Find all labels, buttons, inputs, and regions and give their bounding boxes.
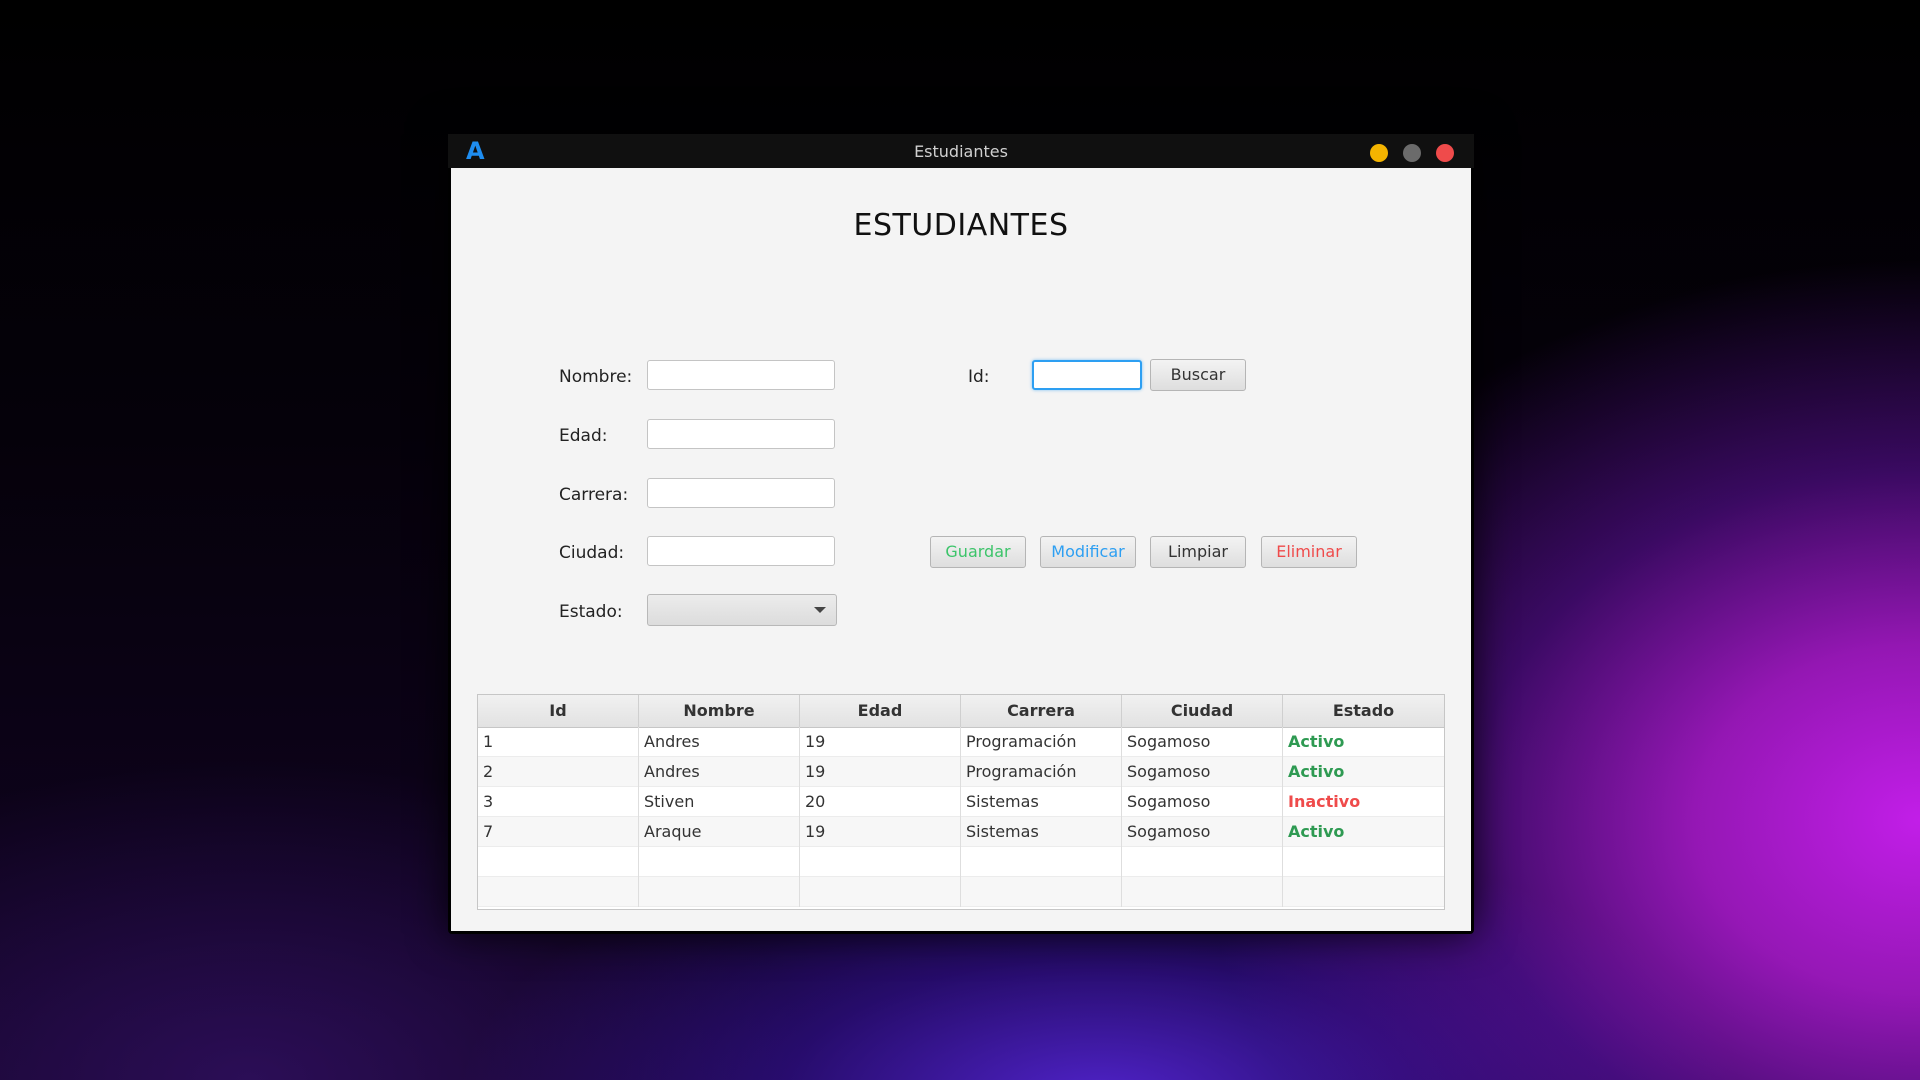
table-cell-id: [478, 847, 639, 877]
carrera-input[interactable]: [647, 478, 835, 508]
table-cell-carrera: Programación: [961, 757, 1122, 787]
column-header-nombre[interactable]: Nombre: [639, 695, 800, 727]
close-button[interactable]: [1436, 144, 1454, 162]
column-header-carrera[interactable]: Carrera: [961, 695, 1122, 727]
table-cell-ciudad: Sogamoso: [1122, 787, 1283, 817]
table-cell-nombre: Araque: [639, 817, 800, 847]
limpiar-button[interactable]: Limpiar: [1150, 536, 1246, 568]
modificar-button[interactable]: Modificar: [1040, 536, 1136, 568]
ciudad-input[interactable]: [647, 536, 835, 566]
window-title: Estudiantes: [914, 142, 1008, 161]
table-row-empty[interactable]: [478, 847, 1444, 877]
ciudad-label: Ciudad:: [559, 543, 625, 563]
column-header-estado[interactable]: Estado: [1283, 695, 1444, 727]
table-cell-carrera: Programación: [961, 727, 1122, 757]
eliminar-button[interactable]: Eliminar: [1261, 536, 1357, 568]
table-row[interactable]: 7 Araque 19 Sistemas Sogamoso Activo: [478, 817, 1444, 847]
estado-select[interactable]: [647, 594, 837, 626]
column-header-edad[interactable]: Edad: [800, 695, 961, 727]
table-cell-id: 7: [478, 817, 639, 847]
table-cell-edad: 19: [800, 757, 961, 787]
table-cell-nombre: Andres: [639, 727, 800, 757]
table-cell-nombre: Stiven: [639, 787, 800, 817]
table-cell-carrera: Sistemas: [961, 787, 1122, 817]
id-label: Id:: [968, 367, 990, 387]
table-cell-carrera: [961, 877, 1122, 907]
table-cell-nombre: [639, 877, 800, 907]
edad-label: Edad:: [559, 426, 608, 446]
chevron-down-icon: [814, 607, 826, 613]
table-cell-estado: Activo: [1288, 732, 1345, 751]
table-cell-ciudad: [1122, 847, 1283, 877]
table-cell-edad: 20: [800, 787, 961, 817]
table-cell-id: 3: [478, 787, 639, 817]
table-cell-id: 1: [478, 727, 639, 757]
nombre-label: Nombre:: [559, 367, 633, 387]
table-cell-edad: [800, 877, 961, 907]
table-cell-ciudad: [1122, 877, 1283, 907]
buscar-button[interactable]: Buscar: [1150, 359, 1246, 391]
estado-label: Estado:: [559, 602, 623, 622]
table-row[interactable]: 3 Stiven 20 Sistemas Sogamoso Inactivo: [478, 787, 1444, 817]
table-cell-nombre: Andres: [639, 757, 800, 787]
table-header: Id Nombre Edad Carrera Ciudad Estado: [478, 695, 1444, 728]
table-cell-estado: Inactivo: [1288, 792, 1361, 811]
table-cell-id: [478, 877, 639, 907]
table-cell-ciudad: Sogamoso: [1122, 817, 1283, 847]
column-header-ciudad[interactable]: Ciudad: [1122, 695, 1283, 727]
table-cell-edad: [800, 847, 961, 877]
nombre-input[interactable]: [647, 360, 835, 390]
table-row[interactable]: 2 Andres 19 Programación Sogamoso Activo: [478, 757, 1444, 787]
maximize-button[interactable]: [1403, 144, 1421, 162]
table-cell-estado: [1283, 877, 1444, 907]
table-cell-estado: Activo: [1288, 822, 1345, 841]
table-cell-ciudad: Sogamoso: [1122, 727, 1283, 757]
table-cell-edad: 19: [800, 727, 961, 757]
table-cell-ciudad: Sogamoso: [1122, 757, 1283, 787]
carrera-label: Carrera:: [559, 485, 629, 505]
edad-input[interactable]: [647, 419, 835, 449]
minimize-button[interactable]: [1370, 144, 1388, 162]
table-cell-carrera: Sistemas: [961, 817, 1122, 847]
table-row[interactable]: 1 Andres 19 Programación Sogamoso Activo: [478, 727, 1444, 757]
app-window: A Estudiantes ESTUDIANTES Nombre: Edad: …: [448, 134, 1474, 934]
table-cell-estado: Activo: [1288, 762, 1345, 781]
guardar-button[interactable]: Guardar: [930, 536, 1026, 568]
table-cell-estado: [1283, 847, 1444, 877]
students-table[interactable]: Id Nombre Edad Carrera Ciudad Estado 1 An…: [477, 694, 1445, 910]
table-cell-edad: 19: [800, 817, 961, 847]
id-search-input[interactable]: [1032, 360, 1142, 390]
table-cell-id: 2: [478, 757, 639, 787]
column-header-id[interactable]: Id: [478, 695, 639, 727]
main-panel: ESTUDIANTES Nombre: Edad: Carrera: Ciuda…: [451, 168, 1471, 931]
title-bar[interactable]: A Estudiantes: [448, 134, 1474, 168]
table-cell-nombre: [639, 847, 800, 877]
page-title: ESTUDIANTES: [853, 208, 1069, 243]
table-row-empty[interactable]: [478, 877, 1444, 907]
table-cell-carrera: [961, 847, 1122, 877]
